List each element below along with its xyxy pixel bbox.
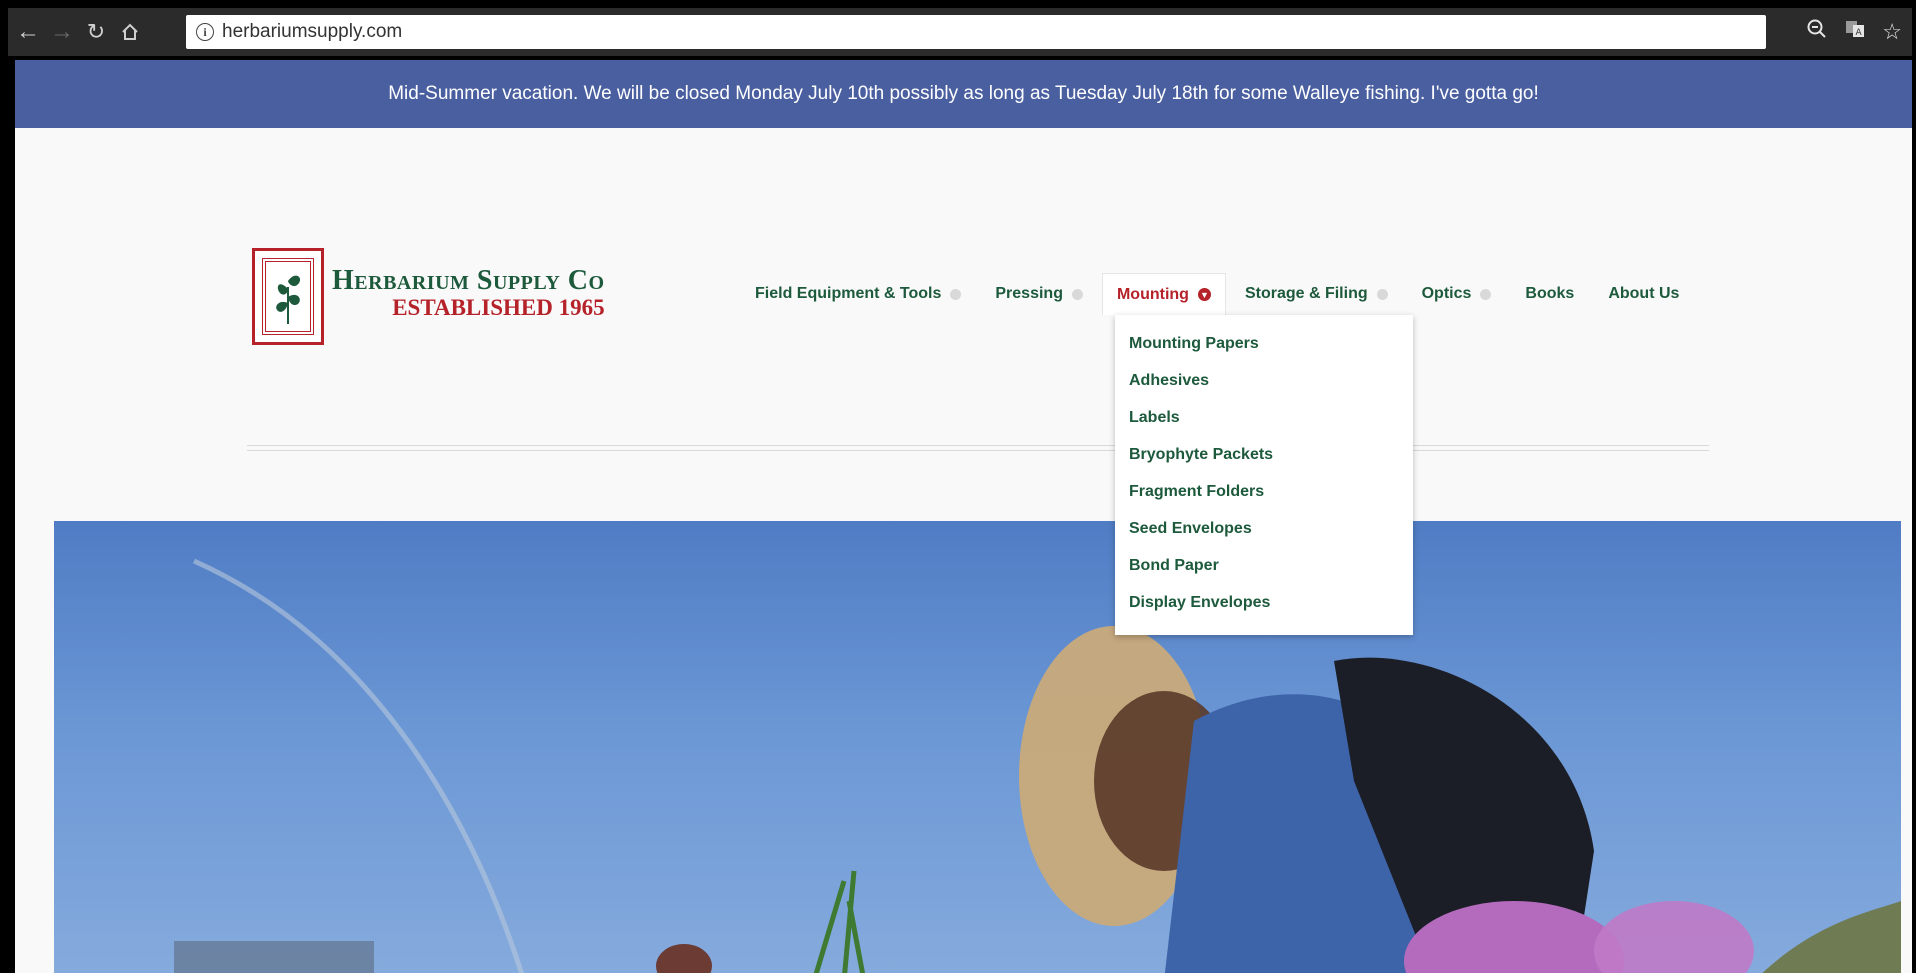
translate-icon[interactable]: A bbox=[1844, 18, 1866, 46]
forward-icon[interactable]: → bbox=[48, 18, 76, 46]
browser-toolbar: ← → ↻ i herbariumsupply.com A ☆ bbox=[8, 8, 1912, 56]
hero-image bbox=[54, 521, 1901, 973]
menu-item-label: Mounting bbox=[1116, 285, 1189, 303]
dropdown-item-bryophyte-packets[interactable]: Bryophyte Packets bbox=[1115, 436, 1413, 473]
logo-title: Herbarium Supply Co bbox=[332, 264, 605, 296]
back-icon[interactable]: ← bbox=[14, 18, 42, 46]
submenu-indicator-icon bbox=[950, 288, 962, 300]
menu-item-optics[interactable]: Optics bbox=[1422, 273, 1492, 315]
dropdown-item-seed-envelopes[interactable]: Seed Envelopes bbox=[1115, 510, 1413, 547]
site-logo[interactable]: Herbarium Supply Co ESTABLISHED 1965 bbox=[252, 248, 605, 345]
logo-subtitle: ESTABLISHED 1965 bbox=[392, 294, 605, 320]
zoom-out-icon[interactable] bbox=[1806, 18, 1828, 46]
menu-item-books[interactable]: Books bbox=[1525, 273, 1574, 315]
menu-item-pressing[interactable]: Pressing bbox=[995, 273, 1083, 315]
menu-item-label: Storage & Filing bbox=[1244, 285, 1368, 302]
menu-item-label: Optics bbox=[1421, 285, 1472, 302]
header-divider bbox=[247, 445, 1709, 451]
svg-text:A: A bbox=[1856, 28, 1863, 38]
menu-item-label: About Us bbox=[1608, 285, 1680, 302]
address-bar[interactable]: i herbariumsupply.com bbox=[186, 15, 1766, 49]
dropdown-item-display-envelopes[interactable]: Display Envelopes bbox=[1115, 584, 1413, 621]
announcement-banner: Mid-Summer vacation. We will be closed M… bbox=[15, 60, 1912, 128]
menu-item-about-us[interactable]: About Us bbox=[1608, 273, 1679, 315]
logo-emblem bbox=[252, 248, 324, 345]
main-menu: Field Equipment & Tools Pressing Mountin… bbox=[755, 273, 1713, 315]
dropdown-item-labels[interactable]: Labels bbox=[1115, 399, 1413, 436]
mounting-dropdown: Mounting Papers Adhesives Labels Bryophy… bbox=[1115, 315, 1413, 635]
menu-item-storage-filing[interactable]: Storage & Filing bbox=[1245, 273, 1388, 315]
bookmark-star-icon[interactable]: ☆ bbox=[1882, 19, 1902, 45]
menu-item-mounting[interactable]: Mounting ▼ bbox=[1101, 273, 1226, 315]
menu-item-label: Field Equipment & Tools bbox=[755, 285, 942, 302]
reload-icon[interactable]: ↻ bbox=[82, 18, 110, 46]
dropdown-item-mounting-papers[interactable]: Mounting Papers bbox=[1115, 325, 1413, 362]
home-icon[interactable] bbox=[116, 18, 144, 46]
submenu-indicator-icon bbox=[1071, 288, 1083, 300]
url-text: herbariumsupply.com bbox=[222, 21, 403, 42]
web-page: Mid-Summer vacation. We will be closed M… bbox=[15, 60, 1912, 973]
menu-item-label: Pressing bbox=[995, 285, 1063, 302]
dropdown-item-fragment-folders[interactable]: Fragment Folders bbox=[1115, 473, 1413, 510]
dropdown-item-bond-paper[interactable]: Bond Paper bbox=[1115, 547, 1413, 584]
chevron-down-icon: ▼ bbox=[1197, 288, 1211, 301]
leaf-icon bbox=[276, 275, 301, 324]
menu-item-field-equipment[interactable]: Field Equipment & Tools bbox=[755, 273, 962, 315]
dropdown-item-adhesives[interactable]: Adhesives bbox=[1115, 362, 1413, 399]
banner-text: Mid-Summer vacation. We will be closed M… bbox=[388, 83, 1539, 104]
info-icon[interactable]: i bbox=[196, 23, 214, 41]
submenu-indicator-icon bbox=[1480, 288, 1492, 300]
submenu-indicator-icon bbox=[1376, 288, 1388, 300]
menu-item-label: Books bbox=[1525, 285, 1575, 302]
